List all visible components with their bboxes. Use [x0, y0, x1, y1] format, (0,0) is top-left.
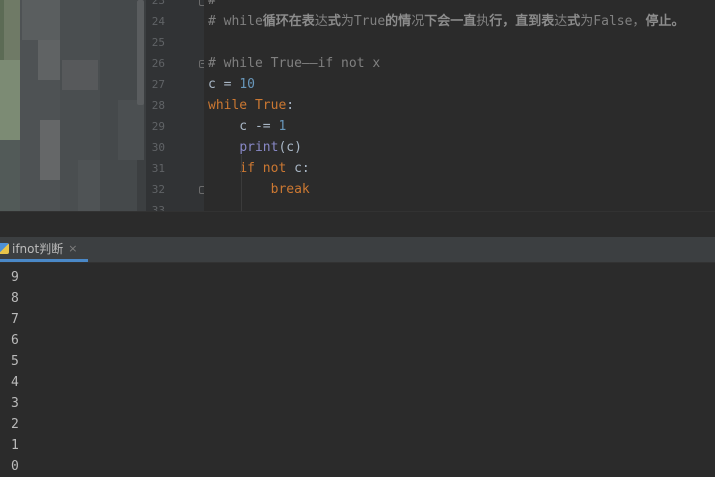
tab-label: ifnot判断 [12, 241, 64, 256]
blurred-region [22, 0, 60, 40]
code-builtin: print [239, 140, 279, 155]
code-text: c: [286, 161, 310, 176]
code-line: if not c: [208, 158, 310, 179]
code-line: c = 10 [208, 74, 255, 95]
blurred-region [62, 60, 98, 90]
code-keyword: if not [239, 161, 287, 176]
close-icon[interactable]: × [68, 242, 77, 255]
console-output-line: 2 [11, 417, 19, 432]
line-number: 26 [151, 57, 165, 70]
run-toolbar: ifnot判断 × [0, 237, 715, 263]
code-comment: True [353, 14, 386, 29]
code-editor[interactable]: # # while循环在表达式为True的情况下会一直执行，直到表达式为Fals… [204, 0, 715, 211]
line-number: 29 [151, 120, 165, 133]
console-output-line: 3 [11, 396, 19, 411]
console-output-line: 5 [11, 354, 19, 369]
code-comment: False， [593, 14, 646, 29]
code-comment: # while True——if not x [208, 56, 381, 71]
code-comment: 达 [554, 14, 568, 29]
blurred-region [0, 60, 20, 140]
code-line: print(c) [208, 137, 302, 158]
code-comment: 况 [411, 14, 425, 29]
code-comment: 下会一直 [424, 14, 477, 29]
code-line: # [208, 0, 216, 11]
code-number: 10 [239, 77, 255, 92]
console-output-line: 0 [11, 459, 19, 474]
line-number: 32 [151, 183, 165, 196]
python-file-icon [0, 242, 9, 254]
code-line: # while True——if not x [208, 53, 380, 74]
console-output-line: 9 [11, 270, 19, 285]
code-line: while True: [208, 95, 294, 116]
console-output-line: 1 [11, 438, 19, 453]
line-number: 24 [151, 15, 165, 28]
code-comment: 的情 [385, 14, 412, 29]
line-number: 25 [151, 36, 165, 49]
code-comment: 循环在表 [262, 14, 315, 29]
line-number: 31 [151, 162, 165, 175]
console-output-line: 6 [11, 333, 19, 348]
code-keyword: break [270, 182, 310, 197]
project-scrollbar[interactable] [137, 0, 144, 105]
code-comment: 式 [567, 14, 581, 29]
line-number: 23 [151, 0, 165, 7]
code-text: (c) [278, 140, 302, 155]
code-comment: # while [208, 14, 263, 29]
code-line: break [208, 179, 310, 200]
run-console[interactable]: 9 8 7 6 5 4 3 2 1 0 [0, 263, 715, 476]
blurred-region [4, 0, 20, 60]
code-keyword: True [254, 98, 287, 113]
console-output-line: 4 [11, 375, 19, 390]
code-comment: 达 [314, 14, 328, 29]
code-line: c -= 1 [208, 116, 286, 137]
project-panel [0, 0, 146, 237]
code-comment: 执 [476, 14, 490, 29]
line-number: 30 [151, 141, 165, 154]
code-number: 1 [278, 119, 287, 134]
code-text: : [286, 98, 295, 113]
code-keyword: while [208, 98, 255, 113]
code-comment: 行，直到表 [489, 14, 555, 29]
code-text: c -= [208, 119, 279, 134]
code-comment: 停止。 [645, 14, 685, 29]
line-number-gutter: 23 24 25 26 27 28 29 30 31 32 33 − [146, 0, 207, 217]
code-comment: 为 [340, 14, 354, 29]
line-number: 27 [151, 78, 165, 91]
console-output-line: 8 [11, 291, 19, 306]
tab-run-ifnot[interactable]: ifnot判断 × [0, 237, 88, 262]
indent-guide [241, 155, 242, 211]
code-line: # while循环在表达式为True的情况下会一直执行，直到表达式为False，… [208, 11, 684, 32]
blurred-region [118, 100, 144, 160]
code-comment: # [208, 0, 216, 8]
code-comment: 式 [327, 14, 341, 29]
code-text: c = [208, 77, 240, 92]
panel-divider[interactable] [0, 211, 715, 238]
line-number: 28 [151, 99, 165, 112]
code-comment: 为 [580, 14, 594, 29]
console-output-line: 7 [11, 312, 19, 327]
